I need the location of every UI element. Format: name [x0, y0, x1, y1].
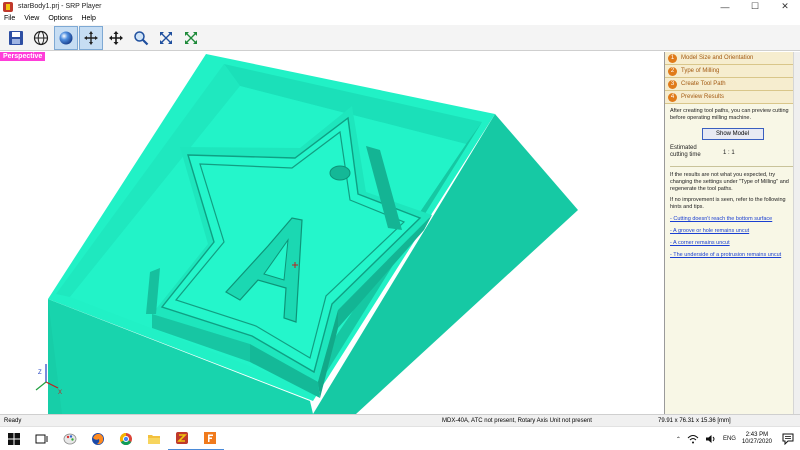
- perspective-label: Perspective: [0, 52, 46, 61]
- improve-hint-text: If no improvement is seen, refer to the …: [670, 197, 786, 210]
- paint-icon: [63, 433, 77, 444]
- title-bar: starBody1.prj - SRP Player — ☐ ✕: [0, 0, 800, 13]
- srp-player-window: starBody1.prj - SRP Player — ☐ ✕ File Vi…: [0, 0, 800, 450]
- hint-link-bottom-surface[interactable]: - Cutting doesn't reach the bottom surfa…: [670, 216, 795, 223]
- globe-icon: [33, 30, 49, 45]
- results-hint-text: If the results are not what you expected…: [670, 172, 789, 192]
- pan-button[interactable]: [104, 26, 128, 50]
- step-number-icon: 4: [668, 92, 677, 102]
- panel-divider: [670, 166, 795, 167]
- language-indicator[interactable]: ENG: [723, 436, 736, 442]
- tray-chevron-icon[interactable]: ⌃: [676, 436, 681, 443]
- srp-player-icon: [176, 431, 188, 444]
- show-model-button[interactable]: Show Model: [701, 128, 764, 140]
- taskbar: ⌃ ENG 2:43 PM 10/27/2020: [0, 426, 800, 450]
- chrome-icon: [119, 432, 132, 445]
- model-render[interactable]: Z X: [0, 52, 663, 414]
- estimated-time-row: Estimated cutting time 1 : 1: [670, 145, 795, 159]
- step-model-size[interactable]: 1 Model Size and Orientation: [665, 52, 800, 65]
- fusion-icon: [204, 431, 216, 444]
- hint-link-groove-hole[interactable]: - A groove or hole remains uncut: [670, 228, 795, 235]
- taskbar-firefox[interactable]: [84, 427, 112, 450]
- move-cursor-button[interactable]: [79, 25, 103, 50]
- menu-bar: File View Options Help: [0, 13, 800, 24]
- step-number-icon: 2: [668, 66, 677, 76]
- 3d-viewport[interactable]: Z X Perspective: [0, 52, 663, 414]
- system-tray: ⌃ ENG 2:43 PM 10/27/2020: [676, 427, 800, 450]
- window-title: starBody1.prj - SRP Player: [18, 3, 102, 10]
- close-button[interactable]: ✕: [770, 0, 800, 13]
- step-preview-results[interactable]: 4 Preview Results: [665, 91, 800, 104]
- fit-view-button[interactable]: [154, 26, 178, 50]
- status-bar: Ready MDX-40A, ATC not present, Rotary A…: [0, 414, 800, 426]
- menu-help[interactable]: Help: [77, 15, 100, 22]
- preview-results-body: After creating tool paths, you can previ…: [665, 104, 800, 268]
- clock[interactable]: 2:43 PM 10/27/2020: [742, 432, 772, 446]
- file-explorer-icon: [148, 434, 160, 444]
- menu-options[interactable]: Options: [44, 15, 77, 22]
- globe-view-button[interactable]: [29, 26, 53, 50]
- windows-start-icon: [8, 432, 20, 445]
- task-view-button[interactable]: [28, 427, 56, 450]
- clock-date: 10/27/2020: [741, 439, 772, 445]
- notification-icon[interactable]: [782, 433, 794, 445]
- wifi-icon[interactable]: [687, 434, 699, 444]
- step-label: Create Tool Path: [681, 81, 726, 87]
- srp-app-icon: [3, 1, 13, 12]
- estimated-time-value: 1 : 1: [723, 150, 735, 156]
- menu-view[interactable]: View: [20, 15, 44, 22]
- taskbar-file-explorer[interactable]: [140, 427, 168, 450]
- save-button[interactable]: [4, 26, 28, 50]
- rotate-view-button[interactable]: [54, 25, 78, 50]
- taskbar-fusion[interactable]: [196, 427, 224, 450]
- move-cursor-icon: [84, 30, 98, 45]
- start-button[interactable]: [0, 427, 28, 450]
- zoom-icon: [134, 30, 149, 45]
- step-label: Model Size and Orientation: [681, 55, 754, 61]
- wizard-panel: 1 Model Size and Orientation 2 Type of M…: [664, 52, 800, 414]
- status-machine: MDX-40A, ATC not present, Rotary Axis Un…: [442, 417, 592, 424]
- taskbar-paint[interactable]: [56, 427, 84, 450]
- estimated-time-label: Estimated cutting time: [670, 145, 701, 158]
- zoom-button[interactable]: [129, 26, 153, 50]
- taskbar-chrome[interactable]: [112, 427, 140, 450]
- firefox-icon: [92, 432, 104, 445]
- step-type-of-milling[interactable]: 2 Type of Milling: [665, 65, 800, 78]
- panel-scrollbar[interactable]: [793, 52, 800, 414]
- menu-file[interactable]: File: [0, 15, 20, 22]
- taskbar-srp-player[interactable]: [168, 427, 196, 450]
- step-label: Preview Results: [681, 94, 725, 100]
- maximize-button[interactable]: ☐: [740, 0, 770, 13]
- fit-selection-icon: [185, 31, 197, 44]
- svg-text:Z: Z: [38, 370, 42, 376]
- fit-view-icon: [160, 31, 172, 44]
- clock-time: 2:43 PM: [745, 432, 769, 438]
- step-label: Type of Milling: [681, 68, 720, 74]
- intro-text: After creating tool paths, you can previ…: [670, 108, 789, 121]
- volume-icon[interactable]: [705, 434, 717, 444]
- step-create-tool-path[interactable]: 3 Create Tool Path: [665, 78, 800, 91]
- minimize-button[interactable]: —: [710, 0, 740, 13]
- task-view-icon: [35, 434, 48, 443]
- step-number-icon: 1: [668, 53, 677, 63]
- fit-selection-button[interactable]: [179, 26, 203, 50]
- save-icon: [9, 30, 23, 45]
- status-dimensions: 79.91 x 76.31 x 15.36 [mm]: [658, 417, 731, 424]
- status-ready: Ready: [4, 417, 22, 424]
- window-controls: — ☐ ✕: [710, 0, 800, 13]
- hint-link-underside[interactable]: - The underside of a protrusion remains …: [670, 252, 795, 259]
- pan-icon: [109, 30, 123, 45]
- toolbar: [0, 25, 800, 51]
- step-number-icon: 3: [668, 79, 677, 89]
- hint-link-corner[interactable]: - A corner remains uncut: [670, 240, 795, 247]
- svg-text:X: X: [58, 390, 62, 396]
- sphere-icon: [59, 31, 73, 44]
